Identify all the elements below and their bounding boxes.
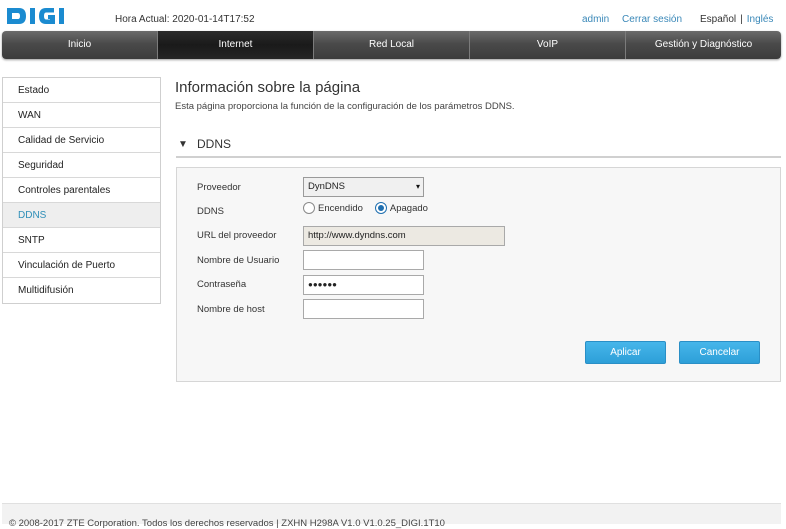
sidebar-item-ddns[interactable]: DDNS [3, 203, 160, 228]
sidebar-item-sntp[interactable]: SNTP [3, 228, 160, 253]
section-title: DDNS [197, 137, 232, 151]
page-description: Esta página proporciona la función de la… [175, 101, 515, 112]
provider-label: Proveedor [197, 182, 241, 193]
username-field[interactable] [303, 250, 424, 270]
ddns-section-header[interactable]: ▼ DDNS [176, 135, 781, 158]
lang-separator: | [740, 14, 743, 25]
ddns-form-panel: Proveedor DynDNS ▾ DDNS Encendido Apagad… [176, 167, 781, 382]
sidebar-item-qos[interactable]: Calidad de Servicio [3, 128, 160, 153]
cancel-button[interactable]: Cancelar [679, 341, 760, 364]
top-links: admin Cerrar sesión [582, 14, 692, 25]
sidebar-item-multidifusion[interactable]: Multidifusión [3, 278, 160, 303]
provider-select-value: DynDNS [308, 181, 345, 192]
footer: © 2008-2017 ZTE Corporation. Todos los d… [2, 503, 781, 529]
sidebar-item-estado[interactable]: Estado [3, 78, 160, 103]
ddns-on-radio[interactable] [303, 202, 315, 214]
logout-link[interactable]: Cerrar sesión [622, 14, 682, 25]
ddns-radio-group: Encendido Apagado [303, 202, 440, 214]
tab-internet[interactable]: Internet [158, 31, 314, 59]
provider-url-field: http://www.dyndns.com [303, 226, 505, 246]
provider-select[interactable]: DynDNS ▾ [303, 177, 424, 197]
ddns-on-label: Encendido [318, 202, 363, 214]
lang-english[interactable]: Inglés [747, 14, 774, 25]
username-label: Nombre de Usuario [197, 255, 280, 266]
current-time: Hora Actual: 2020-01-14T17:52 [115, 14, 255, 25]
user-link[interactable]: admin [582, 14, 609, 25]
ddns-on-option[interactable]: Encendido [303, 202, 363, 214]
sidebar-item-controles-parentales[interactable]: Controles parentales [3, 178, 160, 203]
digi-logo [6, 7, 92, 25]
tab-inicio[interactable]: Inicio [2, 31, 158, 59]
collapse-arrow-icon[interactable]: ▼ [178, 139, 188, 150]
apply-button[interactable]: Aplicar [585, 341, 666, 364]
tab-gestion-diagnostico[interactable]: Gestión y Diagnóstico [626, 31, 781, 59]
provider-url-label: URL del proveedor [197, 230, 277, 241]
sidebar: Estado WAN Calidad de Servicio Seguridad… [2, 77, 161, 304]
chevron-down-icon: ▾ [415, 182, 420, 191]
sidebar-item-wan[interactable]: WAN [3, 103, 160, 128]
ddns-off-option[interactable]: Apagado [374, 202, 428, 214]
main-nav: Inicio Internet Red Local VoIP Gestión y… [2, 31, 781, 59]
lang-spanish[interactable]: Español [700, 14, 736, 25]
ddns-off-radio[interactable] [374, 202, 387, 214]
sidebar-item-vinculacion-puerto[interactable]: Vinculación de Puerto [3, 253, 160, 278]
hostname-label: Nombre de host [197, 304, 265, 315]
password-field[interactable]: ●●●●●● [303, 275, 424, 295]
language-switch: Español | Inglés [700, 14, 773, 25]
ddns-off-label: Apagado [389, 202, 428, 214]
password-label: Contraseña [197, 279, 247, 290]
page-title: Información sobre la página [175, 79, 361, 96]
tab-red-local[interactable]: Red Local [314, 31, 470, 59]
ddns-label: DDNS [197, 206, 224, 217]
hostname-field[interactable] [303, 299, 424, 319]
sidebar-item-seguridad[interactable]: Seguridad [3, 153, 160, 178]
tab-voip[interactable]: VoIP [470, 31, 626, 59]
